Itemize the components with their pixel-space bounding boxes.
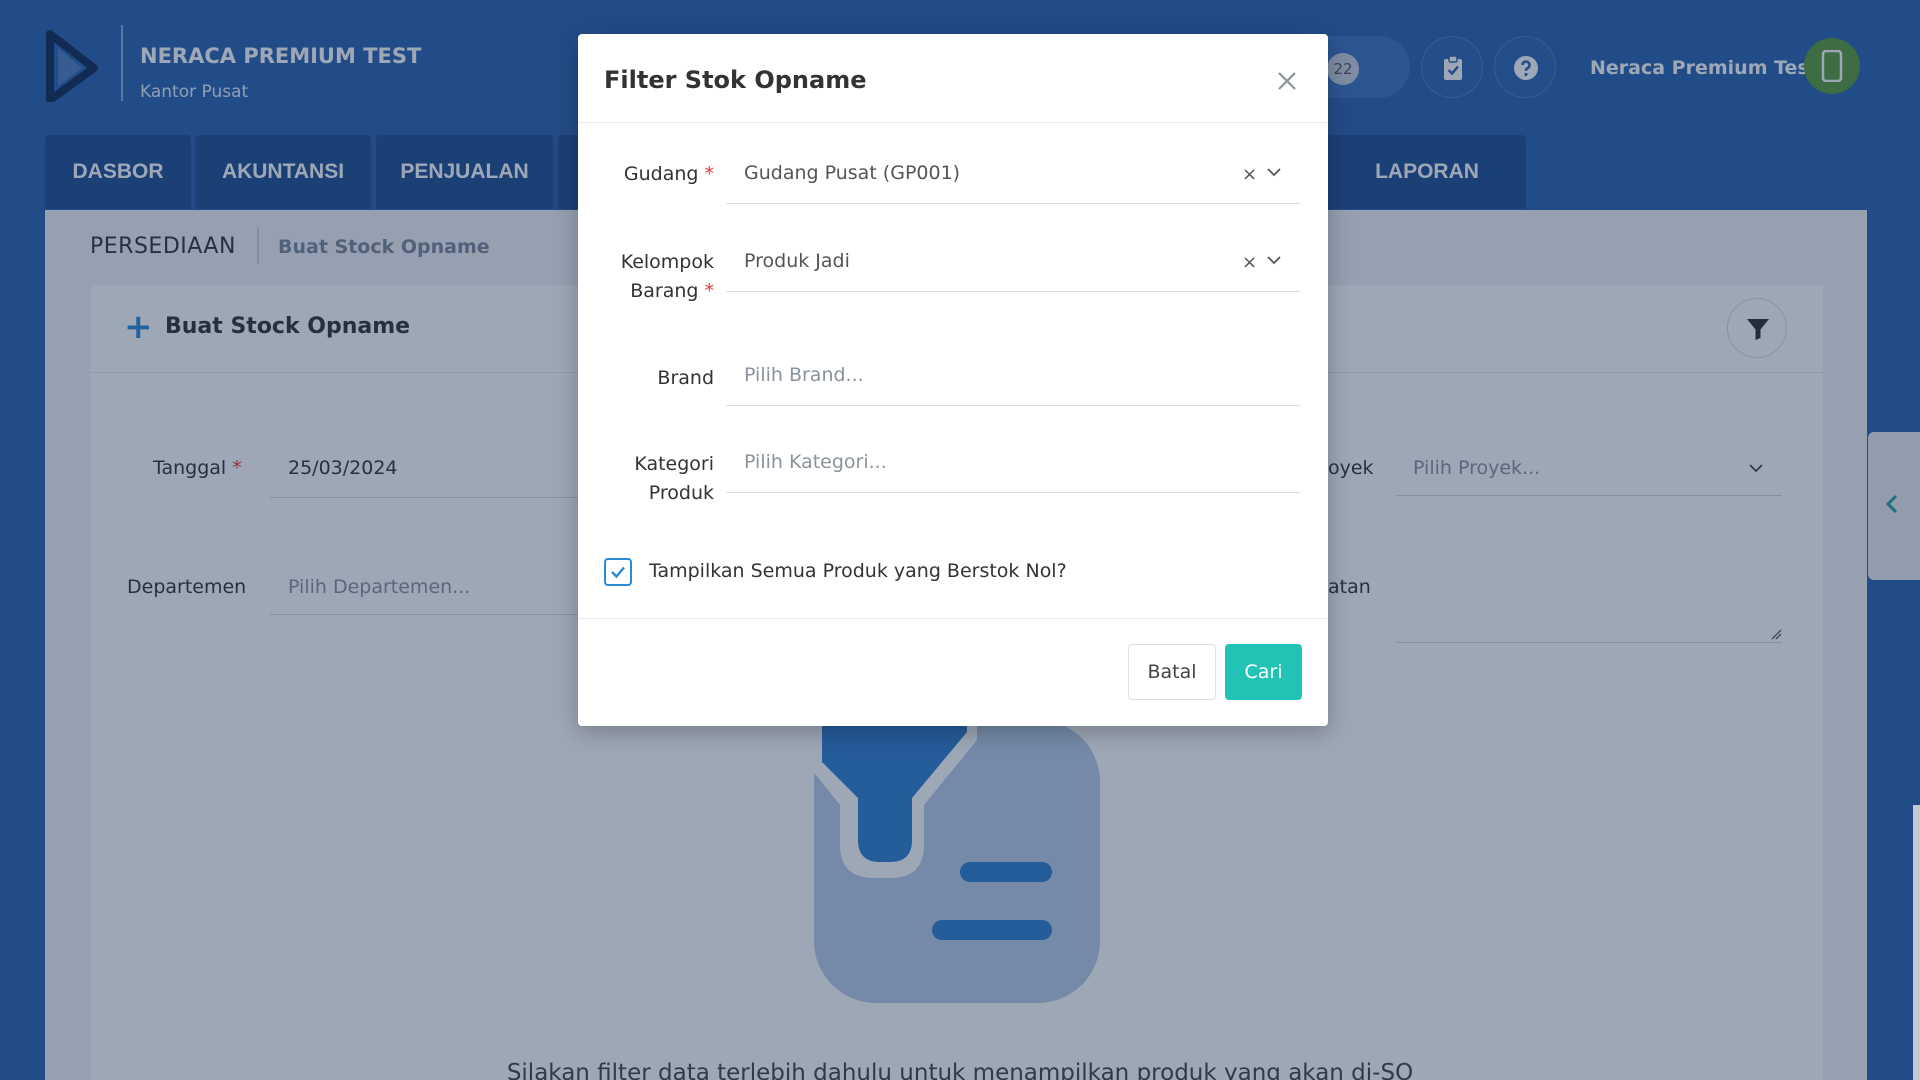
cancel-button[interactable]: Batal	[1128, 644, 1216, 700]
close-icon[interactable]	[1272, 66, 1302, 96]
brand-label: Brand	[657, 367, 714, 389]
gudang-label: Gudang *	[623, 163, 714, 185]
gudang-clear-icon[interactable]: ×	[1242, 164, 1257, 185]
brand-underline	[726, 405, 1300, 406]
modal-title: Filter Stok Opname	[604, 66, 867, 94]
kategori-placeholder: Pilih Kategori...	[744, 451, 887, 473]
chevron-down-icon[interactable]	[1266, 254, 1282, 266]
modal-header-divider	[578, 122, 1328, 123]
kategori-underline	[726, 492, 1300, 493]
modal-footer-divider	[578, 618, 1328, 619]
kelompok-barang-value: Produk Jadi	[744, 250, 850, 272]
search-button[interactable]: Cari	[1225, 644, 1302, 700]
checkmark-icon	[611, 566, 625, 579]
kelompok-barang-label: Kelompok Barang *	[620, 251, 714, 302]
kelompok-underline	[726, 291, 1300, 292]
gudang-select[interactable]: Gudang Pusat (GP001) ×	[726, 146, 1300, 204]
zero-stock-checkbox-label[interactable]: Tampilkan Semua Produk yang Berstok Nol?	[649, 560, 1067, 582]
kategori-produk-label: Kategori Produk	[634, 453, 714, 504]
kelompok-barang-select[interactable]: Produk Jadi ×	[726, 234, 1300, 292]
gudang-underline	[726, 203, 1300, 204]
chevron-down-icon[interactable]	[1266, 166, 1282, 178]
filter-stok-opname-modal: Filter Stok Opname Gudang * Gudang Pusat…	[578, 34, 1328, 726]
kategori-produk-select[interactable]: Pilih Kategori...	[726, 435, 1300, 493]
kelompok-clear-icon[interactable]: ×	[1242, 252, 1257, 273]
brand-placeholder: Pilih Brand...	[744, 364, 864, 386]
gudang-value: Gudang Pusat (GP001)	[744, 162, 961, 184]
zero-stock-checkbox[interactable]	[604, 558, 632, 586]
page-scrollbar[interactable]	[1913, 805, 1920, 1080]
brand-select[interactable]: Pilih Brand...	[726, 348, 1300, 406]
